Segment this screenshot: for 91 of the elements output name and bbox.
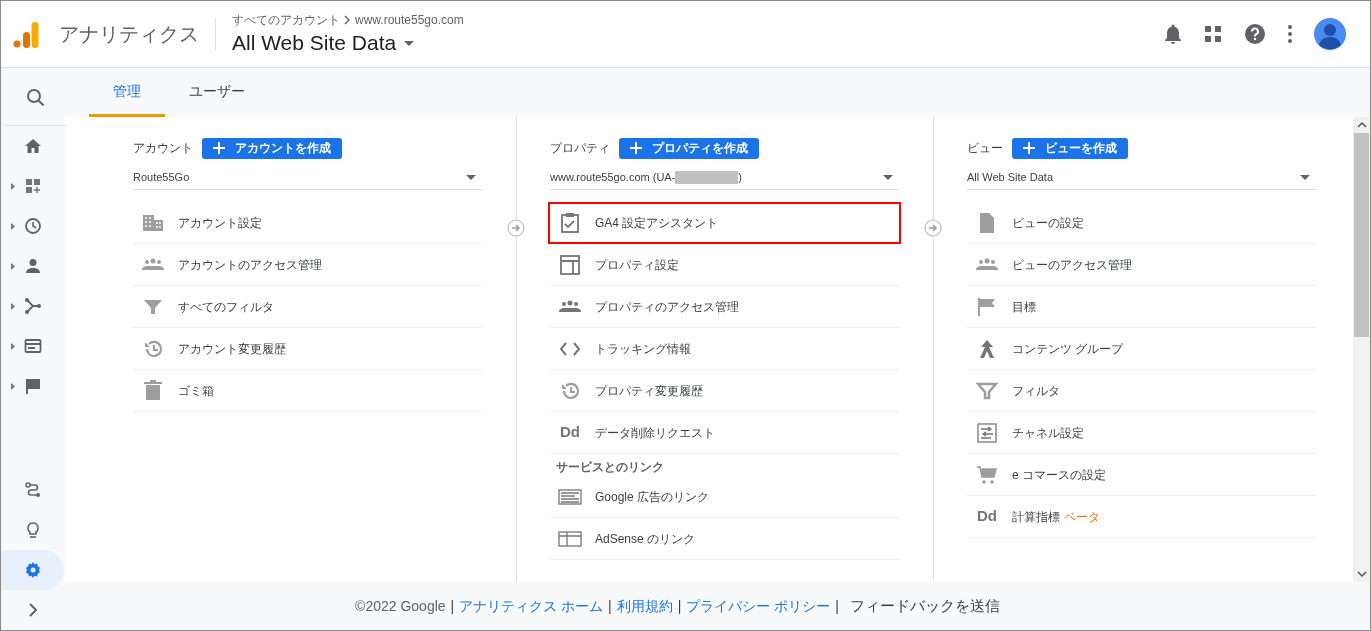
help-icon[interactable] bbox=[1244, 23, 1266, 45]
column-label: ビュー bbox=[967, 140, 1003, 157]
expand-arrow-icon[interactable] bbox=[11, 343, 15, 350]
menu-item[interactable]: Dd 計算指標 ベータ bbox=[967, 496, 1316, 538]
breadcrumb-link[interactable]: www.route55go.com bbox=[355, 11, 464, 29]
plus-icon bbox=[630, 142, 642, 154]
sidebar-item[interactable] bbox=[1, 550, 64, 590]
avatar-icon[interactable] bbox=[1314, 18, 1346, 50]
menu-item[interactable]: AdSense のリンク bbox=[550, 518, 899, 560]
dropdown[interactable]: Route55Go bbox=[133, 165, 482, 190]
window-icon bbox=[23, 337, 42, 355]
menu-item[interactable]: プロパティ変更履歴 bbox=[550, 370, 899, 412]
scroll-up-icon[interactable] bbox=[1356, 121, 1367, 129]
caret-down-icon bbox=[1300, 174, 1310, 180]
scrollbar-thumb[interactable] bbox=[1354, 133, 1369, 337]
bell-icon[interactable] bbox=[1164, 24, 1182, 44]
dashboard-icon bbox=[23, 177, 42, 195]
flag-icon bbox=[976, 295, 998, 318]
caret-down-icon bbox=[404, 40, 415, 46]
caret-down-icon bbox=[466, 174, 476, 180]
apps-grid-icon[interactable] bbox=[1204, 25, 1222, 43]
scroll-down-icon[interactable] bbox=[1356, 570, 1367, 578]
plus-icon bbox=[1023, 142, 1035, 154]
clock-icon bbox=[23, 217, 42, 235]
icon-label: Dd bbox=[560, 422, 580, 443]
branch-icon bbox=[23, 297, 42, 315]
column-label: プロパティ bbox=[550, 140, 610, 157]
menu-item-label: 計算指標 bbox=[1012, 508, 1060, 526]
menu-item[interactable]: ビューのアクセス管理 bbox=[967, 244, 1316, 286]
expand-arrow-icon[interactable] bbox=[11, 383, 15, 390]
expand-arrow-icon[interactable] bbox=[11, 223, 15, 230]
menu-item[interactable]: トラッキング情報 bbox=[550, 328, 899, 370]
menu-item[interactable]: チャネル設定 bbox=[967, 412, 1316, 454]
expand-arrow-icon[interactable] bbox=[11, 303, 15, 310]
trash-icon bbox=[142, 379, 164, 402]
menu-item[interactable]: Dd データ削除リクエスト bbox=[550, 412, 899, 454]
create-button[interactable]: プロパティを作成 bbox=[619, 137, 759, 159]
menu-item[interactable]: アカウント設定 bbox=[133, 202, 482, 244]
person-icon bbox=[23, 257, 42, 275]
analytics-logo-icon bbox=[13, 20, 39, 48]
menu-item[interactable]: アカウントのアクセス管理 bbox=[133, 244, 482, 286]
tab[interactable]: ユーザー bbox=[165, 68, 269, 117]
menu-item[interactable]: ビューの設定 bbox=[967, 202, 1316, 244]
menu-item[interactable]: アカウント変更履歴 bbox=[133, 328, 482, 370]
dropdown[interactable]: www.route55go.com (UA- ) bbox=[550, 165, 899, 190]
footer-text: ©2022 Google bbox=[355, 596, 446, 616]
caret-down-icon bbox=[883, 174, 893, 180]
search-icon bbox=[25, 87, 44, 106]
menu-item[interactable]: Google 広告のリンク bbox=[550, 476, 899, 518]
arrow-circle-icon bbox=[507, 219, 525, 237]
menu-item[interactable]: e コマースの設定 bbox=[967, 454, 1316, 496]
menu-item[interactable]: フィルタ bbox=[967, 370, 1316, 412]
footer-link[interactable]: プライバシー ポリシー bbox=[686, 595, 831, 617]
create-button[interactable]: ビューを作成 bbox=[1012, 137, 1128, 159]
feedback-link[interactable]: フィードバックを送信 bbox=[849, 594, 1000, 618]
layout-icon bbox=[559, 253, 581, 276]
column-label: アカウント bbox=[133, 140, 193, 157]
cart-icon bbox=[976, 463, 998, 486]
route-icon bbox=[23, 481, 42, 499]
plus-icon bbox=[213, 142, 225, 154]
footer-link[interactable]: アナリティクス ホーム bbox=[459, 595, 604, 617]
menu-item[interactable]: GA4 設定アシスタント bbox=[548, 202, 901, 244]
chevron-right-icon bbox=[344, 15, 351, 25]
expand-arrow-icon[interactable] bbox=[11, 263, 15, 270]
view-selector[interactable]: All Web Site Data bbox=[232, 29, 464, 57]
menu-item[interactable]: プロパティ設定 bbox=[550, 244, 899, 286]
breadcrumb-link[interactable]: すべてのアカウント bbox=[232, 11, 340, 29]
menu-item[interactable]: プロパティのアクセス管理 bbox=[550, 286, 899, 328]
home-icon bbox=[23, 137, 42, 155]
footer-link[interactable]: 利用規約 bbox=[616, 595, 673, 617]
section-title: サービスとのリンク bbox=[555, 459, 665, 476]
create-button[interactable]: アカウントを作成 bbox=[202, 137, 342, 159]
beta-label: ベータ bbox=[1064, 508, 1100, 526]
separator: | bbox=[835, 596, 839, 616]
menu-item[interactable]: すべてのフィルタ bbox=[133, 286, 482, 328]
menu-item[interactable]: ゴミ箱 bbox=[133, 370, 482, 412]
channel-arrows-icon bbox=[976, 421, 998, 444]
separator: | bbox=[677, 596, 682, 616]
product-name: アナリティクス bbox=[59, 22, 199, 47]
more-vertical-icon[interactable] bbox=[1288, 25, 1292, 43]
clipboard-check-icon bbox=[559, 212, 581, 234]
separator: | bbox=[450, 596, 455, 616]
menu-item[interactable]: コンテンツ グループ bbox=[967, 328, 1316, 370]
menu-item[interactable]: 目標 bbox=[967, 286, 1316, 328]
separator: | bbox=[608, 596, 612, 616]
arrow-circle-icon bbox=[924, 219, 942, 237]
dropdown[interactable]: All Web Site Data bbox=[967, 165, 1316, 190]
settings-icon bbox=[23, 561, 42, 579]
expand-arrow-icon[interactable] bbox=[11, 183, 15, 190]
icon-label: Dd bbox=[977, 506, 997, 527]
flag-icon bbox=[23, 377, 42, 395]
